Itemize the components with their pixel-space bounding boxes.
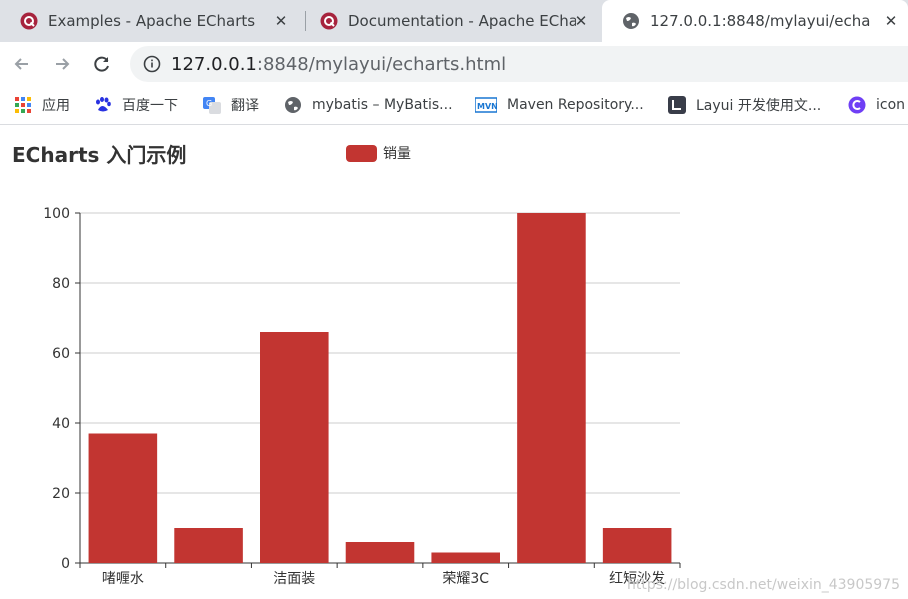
bar xyxy=(260,332,329,563)
bar xyxy=(602,528,672,563)
bookmark-label: mybatis – MyBatis... xyxy=(312,97,453,113)
baidu-paw-icon xyxy=(96,97,111,112)
tab-examples[interactable]: Examples - Apache ECharts ✕ xyxy=(0,0,302,42)
y-tick-label: 0 xyxy=(61,556,70,572)
echarts-favicon-icon xyxy=(320,12,338,30)
bookmark-icon[interactable]: icon xyxy=(848,94,905,116)
bookmark-baidu[interactable]: 百度一下 xyxy=(94,94,178,116)
bar-chart: 020406080100啫喱水 洁面装 荣耀3C 红短沙发 xyxy=(43,206,681,587)
y-tick-label: 60 xyxy=(52,346,70,362)
bookmark-label: 百度一下 xyxy=(122,98,178,114)
bookmark-apps[interactable]: 应用 xyxy=(14,94,70,116)
layui-icon xyxy=(668,96,686,114)
bookmark-mybatis[interactable]: mybatis – MyBatis... xyxy=(284,94,453,116)
forward-button[interactable] xyxy=(48,50,76,78)
back-button[interactable] xyxy=(8,50,36,78)
reload-icon xyxy=(94,56,109,72)
google-translate-icon: G xyxy=(203,97,221,114)
page-content: ECharts 入门示例 销量 0 20 40 60 80 100 啫喱水 洁面装 荣耀3C 红短… xyxy=(0,125,908,599)
close-icon[interactable]: ✕ xyxy=(882,12,900,30)
svg-text:G: G xyxy=(206,99,212,108)
globe-icon xyxy=(623,13,639,29)
info-icon[interactable] xyxy=(143,55,161,73)
bar xyxy=(174,528,243,563)
tab-title: Examples - Apache ECharts xyxy=(48,12,256,30)
bar xyxy=(88,433,158,563)
tab-title: 127.0.0.1:8848/mylayui/echarts.html xyxy=(650,12,870,30)
arrow-right-icon xyxy=(56,58,70,70)
globe-icon xyxy=(285,97,301,113)
bookmark-layui[interactable]: Layui 开发使用文... xyxy=(668,94,821,116)
x-tick-label: 荣耀3C xyxy=(442,571,489,587)
maven-icon: MVN xyxy=(475,97,497,113)
close-icon[interactable]: ✕ xyxy=(272,12,290,30)
arrow-left-icon xyxy=(14,58,28,70)
echarts-favicon-icon xyxy=(20,12,38,30)
browser-toolbar: 127.0.0.1:8848/mylayui/echarts.html xyxy=(0,42,908,86)
y-tick-label: 80 xyxy=(52,276,70,292)
bookmark-label: 应用 xyxy=(42,98,70,114)
iconfont-icon xyxy=(848,96,866,114)
tab-active-page[interactable]: 127.0.0.1:8848/mylayui/echarts.html ✕ xyxy=(602,0,908,42)
bookmark-label: 翻译 xyxy=(231,98,259,114)
x-tick-label: 啫喱水 xyxy=(102,571,144,587)
apps-grid-icon xyxy=(15,97,31,113)
y-tick-label: 20 xyxy=(52,486,70,502)
x-tick-label: 洁面装 xyxy=(273,571,315,587)
bar xyxy=(517,213,586,563)
bookmark-label: Maven Repository... xyxy=(507,97,644,113)
address-bar[interactable]: 127.0.0.1:8848/mylayui/echarts.html xyxy=(130,46,908,82)
y-tick-label: 40 xyxy=(52,416,70,432)
tab-documentation[interactable]: Documentation - Apache ECharts ✕ xyxy=(300,0,602,42)
svg-text:MVN: MVN xyxy=(477,102,497,111)
bar xyxy=(431,552,500,563)
tab-title: Documentation - Apache ECharts xyxy=(348,12,576,30)
bookmark-label: Layui 开发使用文... xyxy=(696,98,822,114)
bar xyxy=(345,542,415,563)
close-icon[interactable]: ✕ xyxy=(572,12,590,30)
bookmark-maven[interactable]: MVN Maven Repository... xyxy=(475,94,644,116)
url-host: 127.0.0.1 xyxy=(171,53,257,75)
bookmarks-bar: 应用 百度一下 G 翻译 mybatis – MyBatis... MVN Ma… xyxy=(0,86,908,125)
bookmark-translate[interactable]: G 翻译 xyxy=(203,94,259,116)
bookmark-label: icon xyxy=(876,97,906,113)
y-tick-label: 100 xyxy=(43,206,70,222)
url-text: 127.0.0.1:8848/mylayui/echarts.html xyxy=(171,54,506,75)
reload-button[interactable] xyxy=(88,50,116,78)
watermark: https://blog.csdn.net/weixin_43905975 xyxy=(626,577,900,593)
tab-strip: Examples - Apache ECharts ✕ Documentatio… xyxy=(0,0,908,42)
url-path: :8848/mylayui/echarts.html xyxy=(256,53,507,75)
